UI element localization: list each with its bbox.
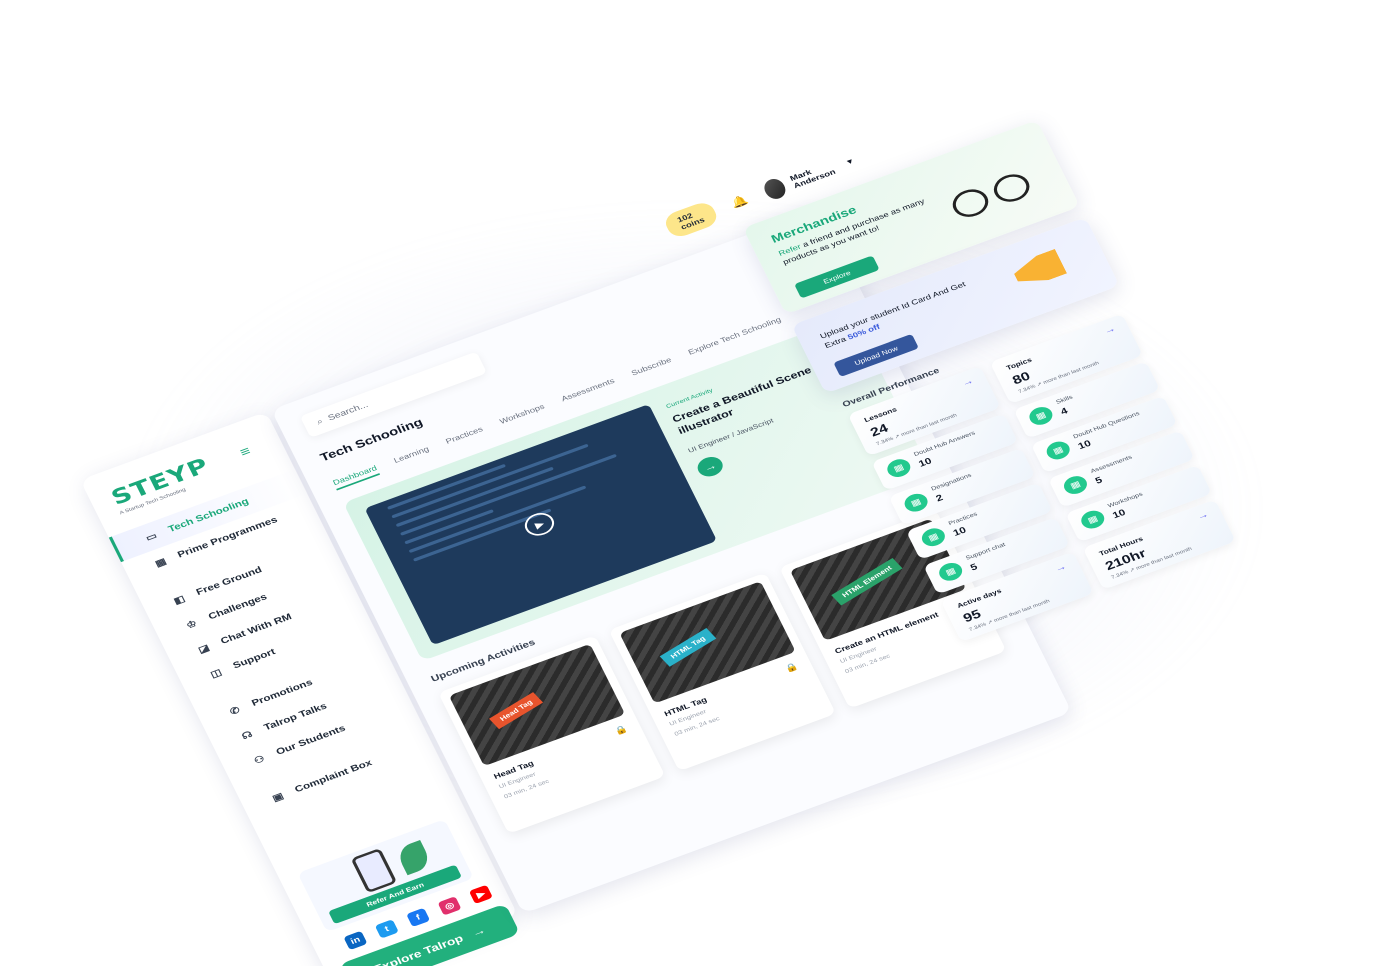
stat-value: 10 xyxy=(1111,507,1128,521)
stat-value: 10 xyxy=(1076,438,1093,452)
youtube-icon[interactable]: ▶ xyxy=(468,884,493,905)
tab-workshops[interactable]: Workshops xyxy=(498,402,547,429)
arrow-right-icon[interactable]: → xyxy=(1053,562,1068,575)
box-icon: ▣ xyxy=(270,790,286,804)
play-icon[interactable]: ▶ xyxy=(520,509,559,540)
calendar-icon: ▦ xyxy=(153,556,168,569)
headset-icon: ◫ xyxy=(208,667,224,680)
twitter-icon[interactable]: t xyxy=(374,919,399,939)
lock-icon: 🔒 xyxy=(613,724,630,737)
calendar-icon: ▦ xyxy=(935,559,966,584)
hamburger-icon[interactable]: ≡ xyxy=(238,444,254,460)
calendar-icon: ▦ xyxy=(1043,438,1073,463)
search-icon: ⌕ xyxy=(315,416,325,427)
calendar-icon: ▦ xyxy=(1026,404,1056,428)
stat-value: 2 xyxy=(934,492,945,504)
activity-tag: HTML Element xyxy=(831,557,903,606)
chat-icon: ◪ xyxy=(196,642,212,656)
search-placeholder: Search... xyxy=(326,400,370,423)
arrow-right-icon: → xyxy=(469,923,488,939)
calendar-icon: ▦ xyxy=(1060,473,1091,497)
user-name: Mark Anderson xyxy=(788,167,837,190)
activity-thumbnail: HTML Tag xyxy=(619,581,796,704)
bell-icon[interactable]: 🔔 xyxy=(729,193,751,210)
arrow-right-icon[interactable]: → xyxy=(960,376,975,389)
tab-dashboard[interactable]: Dashboard xyxy=(331,463,381,491)
phone-icon: ✆ xyxy=(228,704,242,717)
bicycle-illustration xyxy=(940,152,1040,224)
lock-icon: 🔒 xyxy=(783,661,801,675)
arrow-right-icon[interactable]: → xyxy=(1102,324,1117,337)
calendar-icon: ▦ xyxy=(884,456,914,480)
stat-label: Lessons xyxy=(863,405,899,424)
plant-illustration xyxy=(394,840,434,876)
arrow-right-icon[interactable]: → xyxy=(1195,510,1210,523)
calendar-icon: ▦ xyxy=(1078,507,1108,532)
megaphone-icon xyxy=(1010,249,1067,290)
stat-value: 10 xyxy=(917,456,934,470)
avatar xyxy=(760,176,789,202)
tv-icon: ▭ xyxy=(144,530,159,544)
hero-go-button[interactable]: → xyxy=(694,453,727,480)
stage: STEYP A Startup Tech Schooling ≡ ▭ Tech S… xyxy=(0,0,1373,966)
stat-value: 10 xyxy=(951,525,968,539)
talk-icon: ☊ xyxy=(240,729,255,742)
instagram-icon[interactable]: ◎ xyxy=(437,896,462,916)
phone-illustration xyxy=(350,847,398,894)
stat-label: Skills xyxy=(1055,394,1074,406)
stat-value: 5 xyxy=(968,562,980,573)
explore-button[interactable]: Explore xyxy=(794,255,880,299)
calendar-icon: ▦ xyxy=(918,525,949,550)
tab-subscribe[interactable]: Subscribe xyxy=(630,356,675,381)
wheel xyxy=(988,169,1035,207)
user-icon: ⚇ xyxy=(252,753,267,766)
facebook-icon[interactable]: f xyxy=(406,907,431,928)
chevron-down-icon: ▾ xyxy=(845,156,854,166)
activity-tag: Head Tag xyxy=(489,691,544,730)
stat-value: 5 xyxy=(1093,475,1105,487)
refer-card: Refer And Earn xyxy=(297,819,474,933)
tab-practices[interactable]: Practices xyxy=(444,425,486,449)
linkedin-icon[interactable]: in xyxy=(343,930,368,951)
calendar-icon: ▦ xyxy=(901,490,931,515)
wheel xyxy=(947,184,994,222)
stat-label: Workshops xyxy=(1107,491,1144,510)
stat-label: Assessments xyxy=(1089,454,1134,475)
tab-learning[interactable]: Learning xyxy=(392,445,432,468)
trophy-icon: ♔ xyxy=(184,618,199,631)
activity-tag: HTML Tag xyxy=(659,628,717,667)
tab-assessments[interactable]: Assessments xyxy=(560,377,618,407)
stat-label: Topics xyxy=(1005,356,1034,372)
stat-value: 4 xyxy=(1059,406,1070,417)
cup-icon: ◧ xyxy=(172,593,187,607)
